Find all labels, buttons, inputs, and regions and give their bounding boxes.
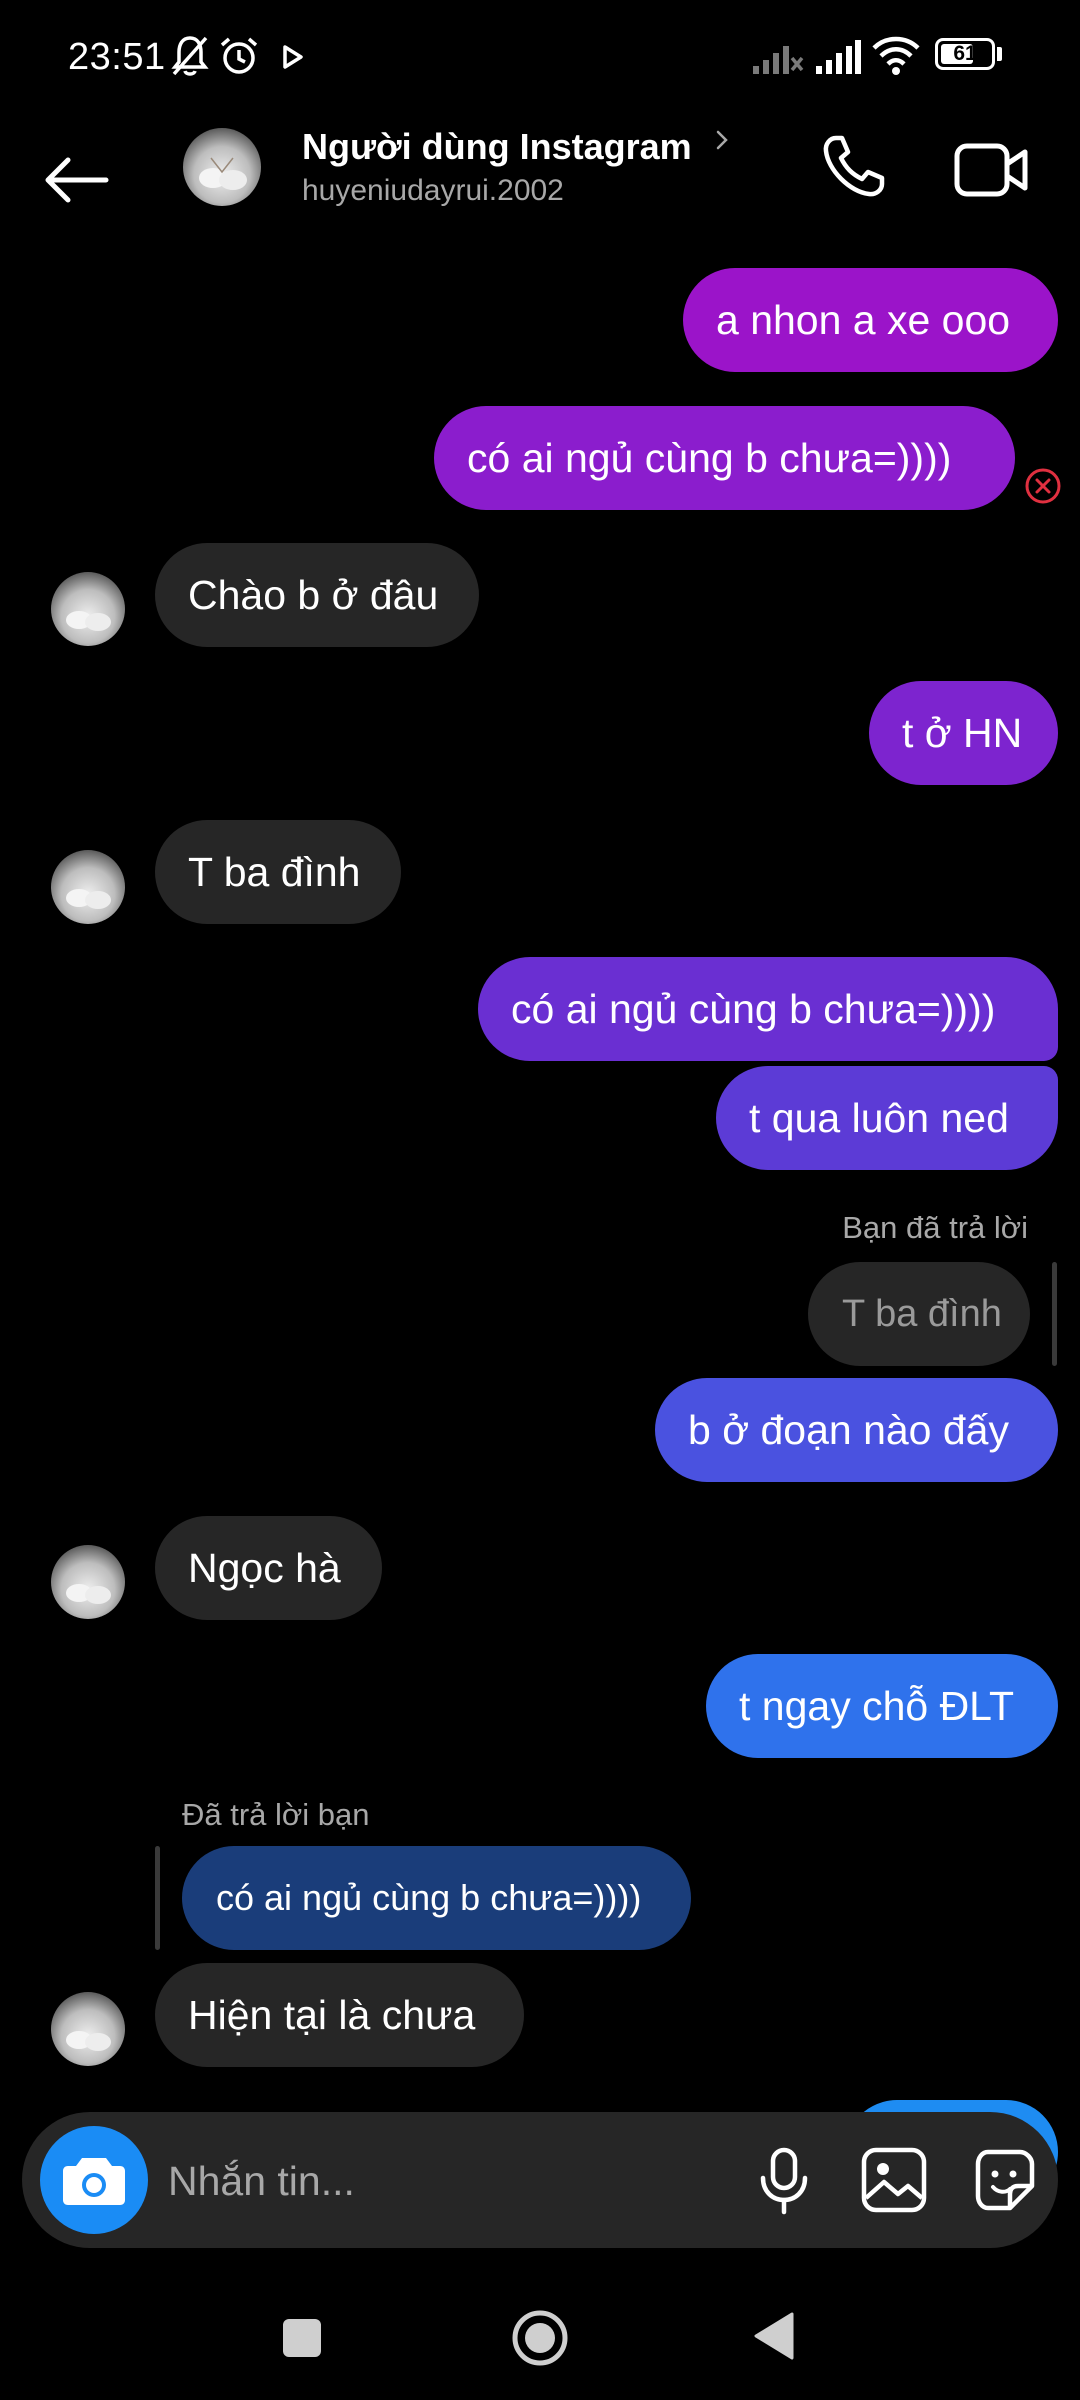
message-text: có ai ngủ cùng b chưa=)))) [467,435,952,481]
avatar[interactable] [51,572,125,646]
message-text: b ở đoạn nào đấy [688,1407,1009,1453]
status-bar: 23:51 61 [0,0,1080,118]
quoted-text: có ai ngủ cùng b chưa=)))) [216,1877,642,1918]
reply-indicator-bar [155,1846,160,1950]
contact-name[interactable]: Người dùng Instagram [302,126,692,168]
gallery-icon[interactable] [856,2142,932,2218]
alarm-icon [220,37,258,74]
recents-icon[interactable] [283,2319,321,2357]
outgoing-message-bubble[interactable]: t ở HN [869,681,1058,785]
chat-header: Người dùng Instagram huyeniudayrui.2002 [0,118,1080,268]
microphone-icon[interactable] [746,2142,822,2218]
message-text: t ngay chỗ ĐLT [739,1683,1014,1729]
phone-icon[interactable] [818,132,888,202]
message-input[interactable] [166,2140,730,2222]
sticker-icon[interactable] [966,2142,1042,2218]
reply-indicator-bar [1052,1262,1057,1366]
wifi-icon [872,36,920,75]
incoming-message-bubble[interactable]: T ba đình [155,820,401,924]
message-text: a nhon a xe ooo [716,297,1011,343]
reply-label: Đã trả lời bạn [182,1797,370,1832]
avatar[interactable] [51,850,125,924]
message-text: Chào b ở đâu [188,572,439,618]
reply-label: Bạn đã trả lời [842,1210,1028,1245]
quoted-message[interactable]: có ai ngủ cùng b chưa=)))) [182,1846,691,1950]
message-text: có ai ngủ cùng b chưa=)))) [511,986,996,1032]
outgoing-message-bubble[interactable]: có ai ngủ cùng b chưa=)))) [434,406,1015,510]
avatar[interactable] [51,1992,125,2066]
message-composer [22,2112,1058,2248]
error-icon[interactable] [1024,467,1062,505]
signal-icon [753,46,804,74]
message-text: t qua luôn ned [749,1095,1009,1141]
chevron-right-icon[interactable] [714,128,730,152]
contact-handle: huyeniudayrui.2002 [302,174,564,207]
incoming-message-bubble[interactable]: Hiện tại là chưa [155,1963,524,2067]
system-nav-bar [0,2270,1080,2400]
message-text: t ở HN [902,710,1023,756]
outgoing-message-bubble[interactable]: t qua luôn ned [716,1066,1058,1170]
outgoing-message-bubble[interactable]: t ngay chỗ ĐLT [706,1654,1058,1758]
avatar[interactable] [51,1545,125,1619]
message-text: Ngọc hà [188,1545,341,1591]
camera-icon [63,2158,125,2205]
play-icon [283,45,303,69]
quoted-text: T ba đình [842,1293,1002,1335]
mute-bell-icon [171,36,209,76]
battery-tip [997,47,1002,61]
message-text: T ba đình [188,849,361,895]
video-icon[interactable] [953,134,1029,204]
outgoing-message-bubble[interactable]: b ở đoạn nào đấy [655,1378,1058,1482]
quoted-message[interactable]: T ba đình [808,1262,1030,1366]
status-time: 23:51 [68,36,166,78]
avatar[interactable] [183,128,261,206]
outgoing-message-bubble[interactable]: a nhon a xe ooo [683,268,1058,372]
battery-level: 61 [953,42,977,65]
camera-button[interactable] [40,2126,148,2234]
back-arrow-icon[interactable] [38,140,118,220]
incoming-message-bubble[interactable]: Ngọc hà [155,1516,382,1620]
message-text: Hiện tại là chưa [188,1992,476,2038]
battery-icon: 61 [935,38,995,70]
home-icon[interactable] [510,2308,570,2368]
incoming-message-bubble[interactable]: Chào b ở đâu [155,543,479,647]
signal-icon [816,40,861,74]
outgoing-message-bubble[interactable]: có ai ngủ cùng b chưa=)))) [478,957,1058,1061]
back-icon[interactable] [752,2310,796,2362]
